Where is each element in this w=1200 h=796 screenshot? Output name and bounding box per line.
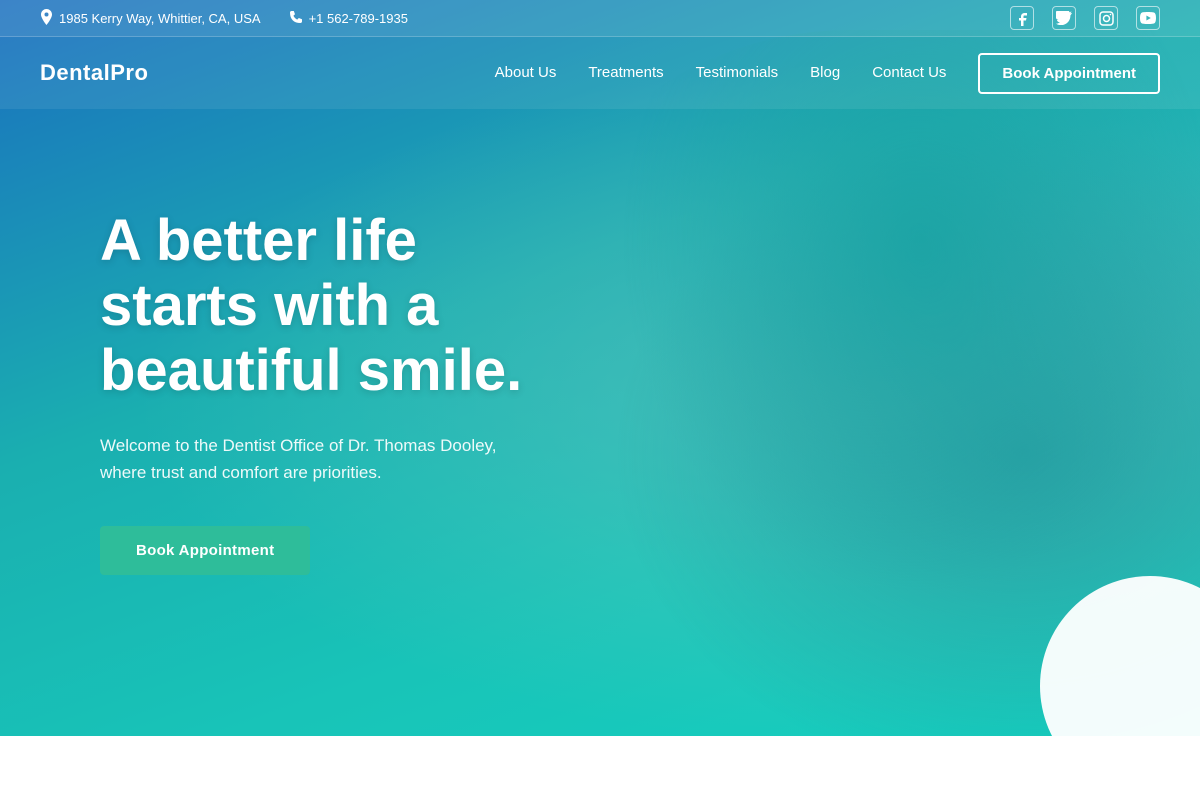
nav-testimonials[interactable]: Testimonials xyxy=(696,64,779,81)
book-appointment-button-nav[interactable]: Book Appointment xyxy=(978,53,1160,94)
book-appointment-button-hero[interactable]: Book Appointment xyxy=(100,526,310,575)
nav-links: About Us Treatments Testimonials Blog Co… xyxy=(495,53,1160,94)
hero-section: A better life starts with a beautiful sm… xyxy=(0,109,580,575)
instagram-icon[interactable] xyxy=(1094,6,1118,30)
location-icon xyxy=(40,9,53,28)
hero-subtitle: Welcome to the Dentist Office of Dr. Tho… xyxy=(100,432,540,486)
logo[interactable]: DentalPro xyxy=(40,60,148,86)
nav-contact[interactable]: Contact Us xyxy=(872,64,946,81)
hero-title: A better life starts with a beautiful sm… xyxy=(100,209,580,404)
navbar: DentalPro About Us Treatments Testimonia… xyxy=(0,37,1200,109)
top-bar-contact: 1985 Kerry Way, Whittier, CA, USA +1 562… xyxy=(40,9,408,28)
address-text: 1985 Kerry Way, Whittier, CA, USA xyxy=(59,11,261,26)
facebook-icon[interactable] xyxy=(1010,6,1034,30)
phone-text: +1 562-789-1935 xyxy=(309,11,408,26)
nav-treatments[interactable]: Treatments xyxy=(588,64,663,81)
twitter-icon[interactable] xyxy=(1052,6,1076,30)
nav-blog[interactable]: Blog xyxy=(810,64,840,81)
top-bar: 1985 Kerry Way, Whittier, CA, USA +1 562… xyxy=(0,0,1200,37)
nav-about[interactable]: About Us xyxy=(495,64,557,81)
social-icons xyxy=(1010,6,1160,30)
phone-icon xyxy=(289,10,303,27)
address-item: 1985 Kerry Way, Whittier, CA, USA xyxy=(40,9,261,28)
youtube-icon[interactable] xyxy=(1136,6,1160,30)
phone-item: +1 562-789-1935 xyxy=(289,10,408,27)
